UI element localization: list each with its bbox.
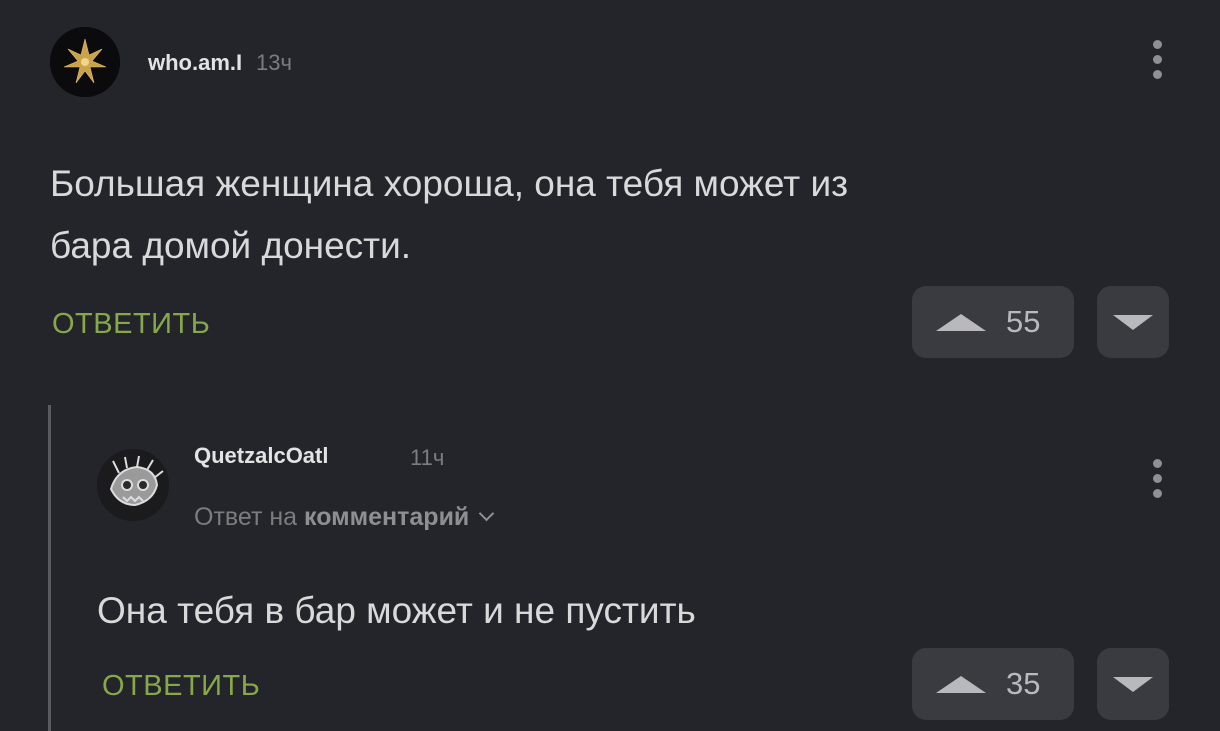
upvote-button[interactable]: 55	[912, 286, 1074, 358]
more-options-button[interactable]	[1146, 459, 1168, 498]
vote-count: 35	[1006, 666, 1041, 701]
username[interactable]: QuetzalcOatl	[194, 443, 328, 469]
reply-to-prefix: Ответ на	[194, 503, 298, 531]
arrow-up-icon	[936, 675, 986, 693]
reply-button[interactable]: ОТВЕТИТЬ	[102, 670, 260, 703]
reply-button[interactable]: ОТВЕТИТЬ	[52, 308, 210, 341]
reply-to-link[interactable]: Ответ на комментарий	[194, 503, 495, 532]
dot-icon	[1152, 40, 1162, 49]
comment-text: Она тебя в бар может и не пустить	[97, 590, 696, 631]
dot-icon	[1152, 70, 1162, 79]
dot-icon	[1152, 55, 1162, 64]
dragon-skull-icon	[97, 449, 169, 521]
username[interactable]: who.am.I	[148, 50, 242, 76]
golden-leaf-icon	[50, 27, 120, 97]
chevron-down-icon	[479, 505, 495, 522]
comment-text-line: Большая женщина хороша, она тебя может и…	[50, 163, 849, 204]
vote-count: 55	[1006, 304, 1041, 339]
timestamp: 11ч	[410, 445, 445, 470]
upvote-button[interactable]: 35	[912, 648, 1074, 720]
thread-line[interactable]	[48, 405, 51, 731]
dot-icon	[1152, 489, 1162, 498]
arrow-down-icon	[1113, 676, 1153, 692]
comment-text-line: бара домой донести.	[50, 225, 412, 266]
avatar[interactable]	[97, 449, 169, 521]
timestamp: 13ч	[256, 50, 292, 75]
downvote-button[interactable]	[1097, 648, 1169, 720]
dot-icon	[1152, 474, 1162, 483]
arrow-down-icon	[1113, 314, 1153, 330]
reply-to-target: комментарий	[304, 503, 470, 531]
downvote-button[interactable]	[1097, 286, 1169, 358]
arrow-up-icon	[936, 313, 986, 331]
more-options-button[interactable]	[1146, 40, 1168, 79]
avatar[interactable]	[50, 27, 120, 97]
dot-icon	[1152, 459, 1162, 468]
